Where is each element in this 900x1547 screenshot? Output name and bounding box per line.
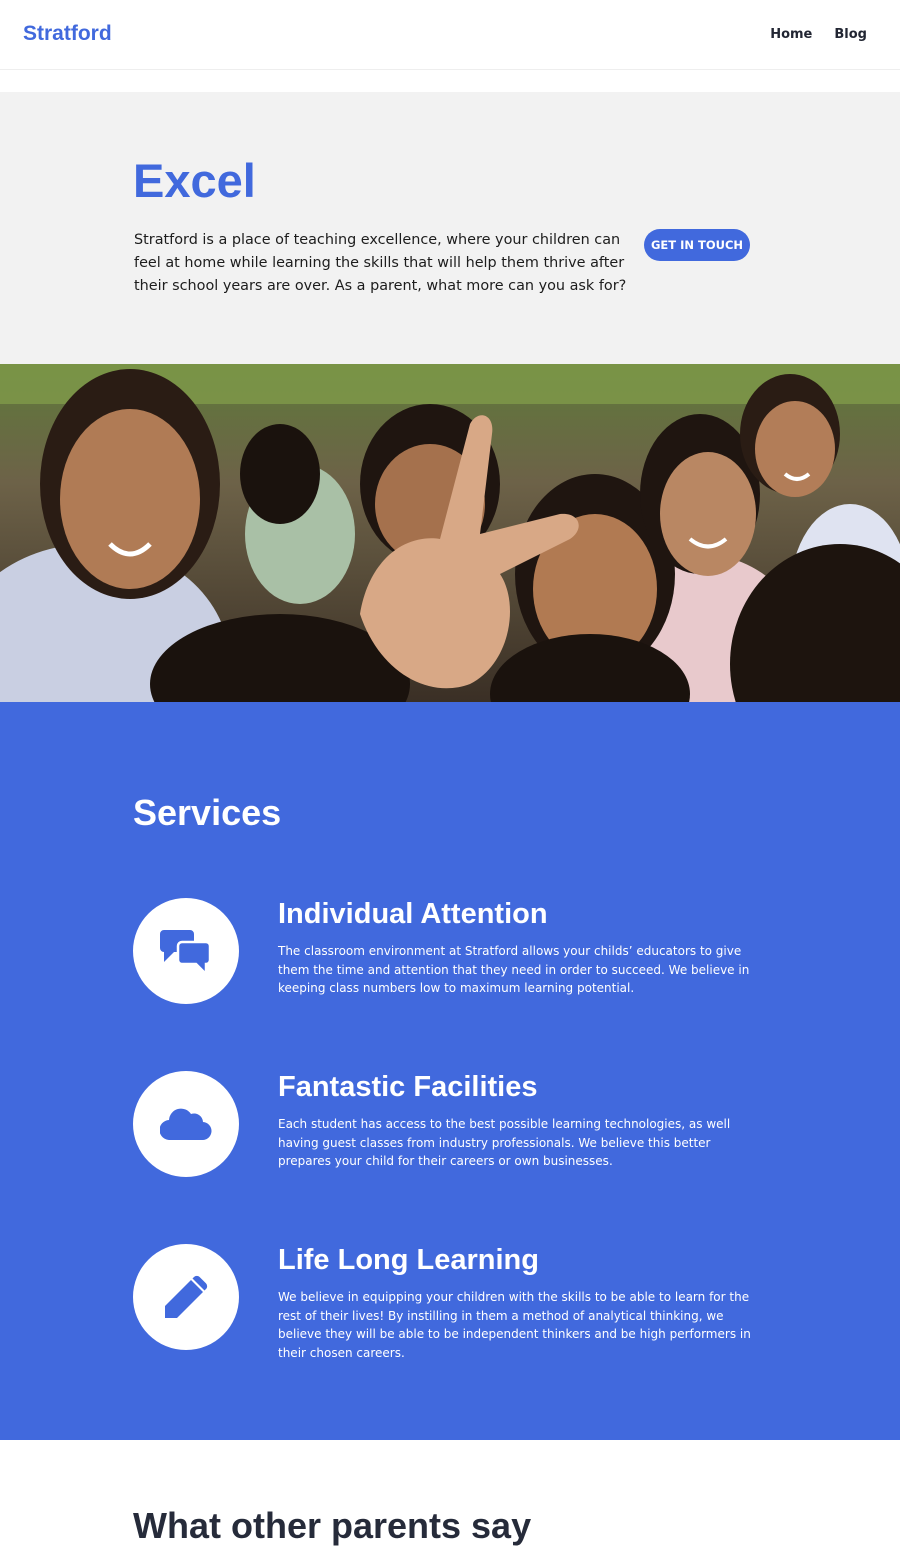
main-nav: Home Blog <box>770 27 867 42</box>
service-icon-circle <box>133 1244 239 1350</box>
service-fantastic-facilities: Fantastic Facilities Each student has ac… <box>133 1071 773 1177</box>
service-title: Individual Attention <box>278 898 548 930</box>
service-icon-circle <box>133 898 239 1004</box>
service-life-long-learning: Life Long Learning We believe in equippi… <box>133 1244 773 1360</box>
service-title: Fantastic Facilities <box>278 1071 538 1103</box>
hero-section: Excel Stratford is a place of teaching e… <box>0 92 900 364</box>
get-in-touch-button[interactable]: GET IN TOUCH <box>644 229 750 261</box>
hero-title: Excel <box>133 154 256 207</box>
chat-bubbles-icon <box>160 930 212 974</box>
pencil-icon <box>165 1275 208 1318</box>
testimonials-title: What other parents say <box>133 1505 532 1546</box>
services-section: Services Individual Attention The classr… <box>0 702 900 1440</box>
site-logo[interactable]: Stratford <box>23 22 112 46</box>
hero-description: Stratford is a place of teaching excelle… <box>134 232 627 294</box>
hero-photo <box>0 364 900 702</box>
services-title: Services <box>133 792 282 833</box>
site-header: Stratford Home Blog <box>0 0 900 70</box>
cloud-icon <box>160 1108 212 1140</box>
nav-link-home[interactable]: Home <box>770 27 812 42</box>
service-individual-attention: Individual Attention The classroom envir… <box>133 898 773 1004</box>
service-description: We believe in equipping your children wi… <box>278 1290 751 1360</box>
service-description: The classroom environment at Stratford a… <box>278 944 750 995</box>
children-photo-illustration <box>0 364 900 702</box>
service-title: Life Long Learning <box>278 1244 539 1276</box>
service-description: Each student has access to the best poss… <box>278 1117 731 1168</box>
nav-link-blog[interactable]: Blog <box>834 27 867 42</box>
service-icon-circle <box>133 1071 239 1177</box>
